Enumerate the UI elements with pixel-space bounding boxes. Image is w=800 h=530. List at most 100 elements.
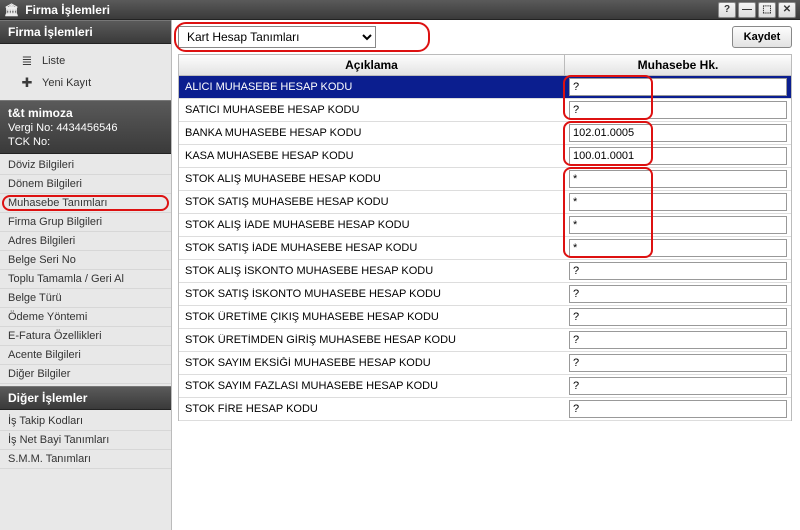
table-row[interactable]: STOK FİRE HESAP KODU <box>179 398 791 421</box>
table-row[interactable]: STOK ALIŞ İSKONTO MUHASEBE HESAP KODU <box>179 260 791 283</box>
row-label: STOK ALIŞ MUHASEBE HESAP KODU <box>179 173 565 185</box>
row-label: STOK FİRE HESAP KODU <box>179 403 565 415</box>
company-info: t&t mimoza Vergi No: 4434456546 TCK No: <box>0 100 171 154</box>
row-label: SATICI MUHASEBE HESAP KODU <box>179 104 565 116</box>
app-icon: 🏛 <box>4 3 19 17</box>
sidebar-item-5[interactable]: Belge Seri No <box>0 251 171 270</box>
company-name: t&t mimoza <box>8 105 163 121</box>
account-code-input[interactable] <box>569 147 787 165</box>
row-value-cell <box>565 192 791 212</box>
account-code-input[interactable] <box>569 400 787 418</box>
row-label: STOK ALIŞ İSKONTO MUHASEBE HESAP KODU <box>179 265 565 277</box>
row-value-cell <box>565 123 791 143</box>
account-code-input[interactable] <box>569 285 787 303</box>
main-panel: Kart Hesap Tanımları Kaydet Açıklama Muh… <box>172 20 800 530</box>
grid-header: Açıklama Muhasebe Hk. <box>178 54 792 76</box>
table-row[interactable]: BANKA MUHASEBE HESAP KODU <box>179 122 791 145</box>
row-value-cell <box>565 215 791 235</box>
row-label: STOK SATIŞ İADE MUHASEBE HESAP KODU <box>179 242 565 254</box>
account-code-input[interactable] <box>569 262 787 280</box>
definition-dropdown[interactable]: Kart Hesap Tanımları <box>178 26 376 48</box>
vergi-line: Vergi No: 4434456546 <box>8 121 163 135</box>
nav-item-1[interactable]: ✚ Yeni Kayıt <box>0 72 171 94</box>
nav-label: Yeni Kayıt <box>42 77 91 89</box>
row-label: STOK SATIŞ MUHASEBE HESAP KODU <box>179 196 565 208</box>
account-code-input[interactable] <box>569 170 787 188</box>
maximize-button[interactable]: ⬚ <box>758 2 776 18</box>
row-value-cell <box>565 399 791 419</box>
sidebar-item-9[interactable]: E-Fatura Özellikleri <box>0 327 171 346</box>
row-label: STOK ALIŞ İADE MUHASEBE HESAP KODU <box>179 219 565 231</box>
row-value-cell <box>565 169 791 189</box>
grid-body: ALICI MUHASEBE HESAP KODU SATICI MUHASEBE… <box>178 76 792 421</box>
table-row[interactable]: STOK ÜRETİMDEN GİRİŞ MUHASEBE HESAP KODU <box>179 329 791 352</box>
row-label: KASA MUHASEBE HESAP KODU <box>179 150 565 162</box>
definition-select-wrap: Kart Hesap Tanımları <box>178 26 376 48</box>
row-value-cell <box>565 284 791 304</box>
sidebar-item-11[interactable]: Diğer Bilgiler <box>0 365 171 384</box>
col-muhasebe: Muhasebe Hk. <box>565 55 791 75</box>
tck-line: TCK No: <box>8 135 163 149</box>
account-code-input[interactable] <box>569 354 787 372</box>
table-row[interactable]: STOK ÜRETİME ÇIKIŞ MUHASEBE HESAP KODU <box>179 306 791 329</box>
sidebar-item-6[interactable]: Toplu Tamamla / Geri Al <box>0 270 171 289</box>
sidebar-header-diger: Diğer İşlemler <box>0 386 171 410</box>
sidebar-item-4[interactable]: Adres Bilgileri <box>0 232 171 251</box>
save-button[interactable]: Kaydet <box>732 26 792 48</box>
close-button[interactable]: ✕ <box>778 2 796 18</box>
titlebar: 🏛 Firma İşlemleri ? — ⬚ ✕ <box>0 0 800 20</box>
row-label: ALICI MUHASEBE HESAP KODU <box>179 81 565 93</box>
sidebar: Firma İşlemleri ≣Liste ✚ Yeni Kayıt t&t mi… <box>0 20 172 530</box>
row-label: STOK ÜRETİMDEN GİRİŞ MUHASEBE HESAP KODU <box>179 334 565 346</box>
minimize-button[interactable]: — <box>738 2 756 18</box>
table-row[interactable]: STOK SATIŞ İSKONTO MUHASEBE HESAP KODU <box>179 283 791 306</box>
nav-item-0[interactable]: ≣Liste <box>0 50 171 72</box>
table-row[interactable]: STOK ALIŞ MUHASEBE HESAP KODU <box>179 168 791 191</box>
row-value-cell <box>565 77 791 97</box>
sidebar-item-8[interactable]: Ödeme Yöntemi <box>0 308 171 327</box>
row-value-cell <box>565 330 791 350</box>
help-button[interactable]: ? <box>718 2 736 18</box>
window-title: Firma İşlemleri <box>25 3 110 17</box>
sidebar-item-3[interactable]: Firma Grup Bilgileri <box>0 213 171 232</box>
table-row[interactable]: STOK SAYIM EKSİĞİ MUHASEBE HESAP KODU <box>179 352 791 375</box>
row-value-cell <box>565 376 791 396</box>
row-label: STOK SATIŞ İSKONTO MUHASEBE HESAP KODU <box>179 288 565 300</box>
row-value-cell <box>565 307 791 327</box>
table-row[interactable]: SATICI MUHASEBE HESAP KODU <box>179 99 791 122</box>
account-code-input[interactable] <box>569 239 787 257</box>
sidebar-item-10[interactable]: Acente Bilgileri <box>0 346 171 365</box>
account-code-input[interactable] <box>569 193 787 211</box>
sidebar2-item-0[interactable]: İş Takip Kodları <box>0 412 171 431</box>
account-code-input[interactable] <box>569 78 787 96</box>
row-label: BANKA MUHASEBE HESAP KODU <box>179 127 565 139</box>
table-row[interactable]: STOK SATIŞ MUHASEBE HESAP KODU <box>179 191 791 214</box>
row-label: STOK SAYIM FAZLASI MUHASEBE HESAP KODU <box>179 380 565 392</box>
row-value-cell <box>565 146 791 166</box>
table-row[interactable]: STOK SATIŞ İADE MUHASEBE HESAP KODU <box>179 237 791 260</box>
account-code-input[interactable] <box>569 124 787 142</box>
sidebar-menu-2: İş Takip Kodlarıİş Net Bayi TanımlarıS.M… <box>0 410 171 471</box>
sidebar2-item-1[interactable]: İş Net Bayi Tanımları <box>0 431 171 450</box>
nav-icon: ✚ <box>18 76 36 90</box>
sidebar-item-1[interactable]: Dönem Bilgileri <box>0 175 171 194</box>
row-value-cell <box>565 238 791 258</box>
account-code-input[interactable] <box>569 377 787 395</box>
sidebar-item-2[interactable]: Muhasebe Tanımları <box>0 194 171 213</box>
nav-label: Liste <box>42 55 65 67</box>
table-row[interactable]: STOK SAYIM FAZLASI MUHASEBE HESAP KODU <box>179 375 791 398</box>
row-value-cell <box>565 261 791 281</box>
table-row[interactable]: ALICI MUHASEBE HESAP KODU <box>179 76 791 99</box>
account-code-input[interactable] <box>569 101 787 119</box>
table-row[interactable]: STOK ALIŞ İADE MUHASEBE HESAP KODU <box>179 214 791 237</box>
sidebar-header-firma: Firma İşlemleri <box>0 20 171 44</box>
table-row[interactable]: KASA MUHASEBE HESAP KODU <box>179 145 791 168</box>
account-code-input[interactable] <box>569 216 787 234</box>
sidebar2-item-2[interactable]: S.M.M. Tanımları <box>0 450 171 469</box>
sidebar-item-0[interactable]: Döviz Bilgileri <box>0 156 171 175</box>
sidebar-item-7[interactable]: Belge Türü <box>0 289 171 308</box>
account-code-input[interactable] <box>569 308 787 326</box>
col-aciklama: Açıklama <box>179 55 565 75</box>
row-value-cell <box>565 353 791 373</box>
account-code-input[interactable] <box>569 331 787 349</box>
